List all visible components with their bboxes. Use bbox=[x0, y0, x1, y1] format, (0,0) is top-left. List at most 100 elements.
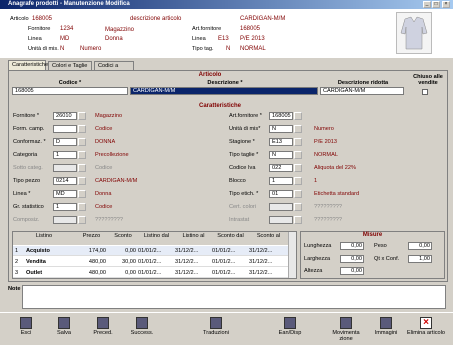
maximize-button[interactable]: □ bbox=[432, 1, 440, 8]
esci-button[interactable]: Esci bbox=[6, 315, 46, 342]
tab-colori-taglie[interactable]: Colori e Taglie bbox=[48, 61, 92, 70]
left-lookup-button[interactable] bbox=[78, 125, 86, 133]
right-code-field[interactable]: 168005 bbox=[269, 112, 293, 120]
note-textarea[interactable] bbox=[22, 285, 446, 309]
right-code-field[interactable]: 1 bbox=[269, 177, 293, 185]
successivo-label: Success. bbox=[130, 330, 154, 336]
left-code-field[interactable] bbox=[53, 125, 77, 133]
peso-field[interactable]: 0,00 bbox=[408, 242, 432, 250]
right-code-field[interactable] bbox=[269, 203, 293, 211]
listini-cell-sconto-dal: 01/01/2... bbox=[212, 270, 236, 276]
right-code-field[interactable]: 01 bbox=[269, 190, 293, 198]
left-lookup-button[interactable] bbox=[78, 164, 86, 172]
articolo-section-title: Articolo bbox=[198, 72, 222, 78]
tipo-tag-desc: NORMAL bbox=[240, 46, 266, 52]
descrizione-field[interactable]: CARDIGAN-M/M bbox=[130, 87, 318, 95]
codice-field[interactable]: 168005 bbox=[12, 87, 128, 95]
right-lookup-button[interactable] bbox=[294, 138, 302, 146]
listini-cell-sconto-al: 31/12/2... bbox=[249, 259, 273, 265]
right-label: Codice Iva bbox=[229, 165, 256, 171]
right-label: Blocco bbox=[229, 178, 246, 184]
right-code-field[interactable]: E13 bbox=[269, 138, 293, 146]
left-lookup-button[interactable] bbox=[78, 112, 86, 120]
ean-disp-button[interactable]: Ean/Disp bbox=[270, 315, 310, 342]
right-lookup-button[interactable] bbox=[294, 112, 302, 120]
peso-label: Peso bbox=[374, 243, 387, 249]
left-lookup-button[interactable] bbox=[78, 203, 86, 211]
salva-button[interactable]: Salva bbox=[44, 315, 84, 342]
right-code-field[interactable]: 022 bbox=[269, 164, 293, 172]
chiuso-vendite-checkbox[interactable] bbox=[422, 89, 428, 95]
left-description: Codice bbox=[95, 204, 113, 210]
left-lookup-button[interactable] bbox=[78, 138, 86, 146]
qt-conf-field[interactable]: 1,00 bbox=[408, 255, 432, 263]
immagini-button[interactable]: Immagini bbox=[366, 315, 406, 342]
right-lookup-button[interactable] bbox=[294, 164, 302, 172]
listini-scrollbar[interactable] bbox=[288, 232, 296, 278]
left-code-field[interactable]: 0214 bbox=[53, 177, 77, 185]
left-code-field[interactable]: MD bbox=[53, 190, 77, 198]
precedente-button[interactable]: Preced. bbox=[83, 315, 123, 342]
left-lookup-button[interactable] bbox=[78, 177, 86, 185]
right-lookup-button[interactable] bbox=[294, 203, 302, 211]
elimina-articolo-button[interactable]: × Elimina articolo bbox=[406, 315, 446, 342]
linea2-value: E13 bbox=[218, 36, 229, 42]
listini-col-header[interactable]: Sconto dal bbox=[212, 233, 249, 239]
left-label: Categoria bbox=[13, 152, 38, 158]
right-code-field[interactable]: N bbox=[269, 125, 293, 133]
listini-cell-sconto: 0,00 bbox=[125, 270, 136, 276]
right-code-field[interactable]: N bbox=[269, 151, 293, 159]
tab-caratteristiche[interactable]: Caratteristiche bbox=[8, 60, 48, 70]
successivo-button[interactable]: Success. bbox=[122, 315, 162, 342]
left-code-field[interactable]: 1 bbox=[53, 203, 77, 211]
right-code-field[interactable] bbox=[269, 216, 293, 224]
close-button[interactable]: × bbox=[442, 1, 450, 8]
left-code-field[interactable]: D bbox=[53, 138, 77, 146]
right-label: Cert. colori bbox=[229, 204, 257, 210]
left-lookup-button[interactable] bbox=[78, 151, 86, 159]
listini-cell-sconto: 30,00 bbox=[122, 259, 136, 265]
product-photo[interactable] bbox=[396, 12, 432, 54]
left-code-field[interactable] bbox=[53, 216, 77, 224]
left-description: DONNA bbox=[95, 139, 116, 145]
qt-conf-label: Qt x Conf. bbox=[374, 256, 400, 262]
left-description: Donna bbox=[95, 191, 112, 197]
tipo-tag-value: N bbox=[226, 46, 231, 52]
listini-col-header[interactable]: Sconto bbox=[108, 233, 138, 239]
left-lookup-button[interactable] bbox=[78, 216, 86, 224]
right-label: Intrastat bbox=[229, 217, 250, 223]
traduzioni-button[interactable]: Traduzioni bbox=[196, 315, 236, 342]
minimize-button[interactable]: _ bbox=[423, 1, 431, 8]
left-lookup-button[interactable] bbox=[78, 190, 86, 198]
listini-cell-listino: Vendita bbox=[26, 259, 46, 265]
right-label: Art.fornitore * bbox=[229, 113, 262, 119]
right-description: Aliquota del 22% bbox=[314, 165, 356, 171]
left-code-field[interactable] bbox=[53, 164, 77, 172]
left-description: ????????? bbox=[95, 217, 123, 223]
left-code-field[interactable]: 26010 bbox=[53, 112, 77, 120]
left-label: Gr. statistico bbox=[13, 204, 44, 210]
right-label: Unità di mis* bbox=[229, 126, 261, 132]
exit-door-icon bbox=[20, 317, 32, 329]
descrizione-ridotta-field[interactable]: CARDIGAN-M/M bbox=[320, 87, 404, 95]
right-lookup-button[interactable] bbox=[294, 177, 302, 185]
right-lookup-button[interactable] bbox=[294, 151, 302, 159]
left-code-field[interactable]: 1 bbox=[53, 151, 77, 159]
right-lookup-button[interactable] bbox=[294, 125, 302, 133]
movimentazione-button[interactable]: Movimenta zione bbox=[326, 315, 366, 342]
barcode-icon bbox=[284, 317, 296, 329]
listini-col-header[interactable]: Listino bbox=[13, 233, 75, 239]
linea2-desc: P/E 2013 bbox=[240, 36, 265, 42]
tab-codici-barre[interactable]: Codici a barre bbox=[94, 61, 134, 77]
right-lookup-button[interactable] bbox=[294, 216, 302, 224]
larghezza-field[interactable]: 0,00 bbox=[340, 255, 364, 263]
listini-col-header[interactable]: Sconto al bbox=[249, 233, 288, 239]
listini-col-header[interactable]: Listino al bbox=[175, 233, 212, 239]
descrizione-header: Descrizione * bbox=[207, 80, 243, 86]
right-lookup-button[interactable] bbox=[294, 190, 302, 198]
listini-col-header[interactable]: Prezzo bbox=[75, 233, 108, 239]
listini-col-header[interactable]: Listino dal bbox=[138, 233, 175, 239]
lunghezza-field[interactable]: 0,00 bbox=[340, 242, 364, 250]
altezza-field[interactable]: 0,00 bbox=[340, 267, 364, 275]
listini-cell-sconto-dal: 01/01/2... bbox=[212, 259, 236, 265]
